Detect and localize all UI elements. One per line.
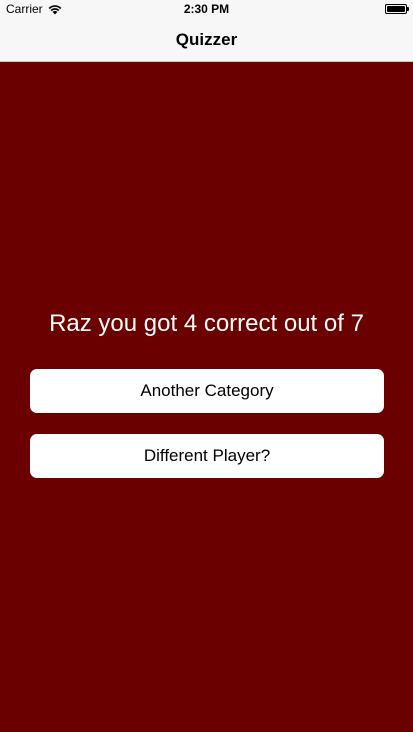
- status-time: 2:30 PM: [183, 2, 230, 16]
- navigation-bar: Carrier 2:30 PM Quizzer: [0, 0, 413, 62]
- battery-icon: [385, 4, 409, 14]
- different-player-button[interactable]: Different Player?: [30, 434, 384, 478]
- status-bar: Carrier 2:30 PM: [0, 0, 413, 18]
- score-message: Raz you got 4 correct out of 7: [49, 310, 364, 337]
- page-title: Quizzer: [175, 30, 238, 49]
- app-screen: Carrier 2:30 PM Quizzer Raz you got 4 co…: [0, 0, 413, 732]
- another-category-button[interactable]: Another Category: [30, 369, 384, 413]
- battery-level: [387, 6, 405, 12]
